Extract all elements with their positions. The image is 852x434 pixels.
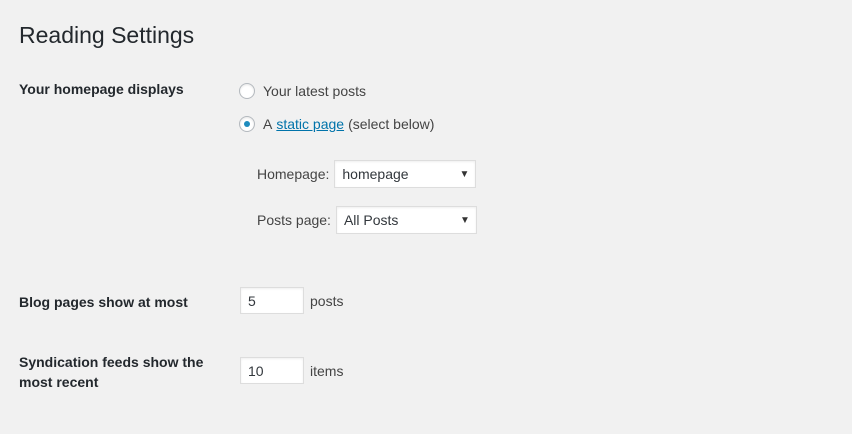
radio-static-suffix: (select below) <box>348 116 435 132</box>
radio-latest-posts-row[interactable]: Your latest posts <box>239 83 366 99</box>
posts-page-select-row: Posts page: All Posts ▼ <box>257 206 477 234</box>
syndication-label-line1: Syndication feeds show the <box>19 354 204 370</box>
syndication-row: 10 items <box>240 357 343 384</box>
posts-page-select-value: All Posts <box>343 212 399 228</box>
homepage-select[interactable]: homepage ▼ <box>334 160 477 188</box>
radio-latest-posts-label: Your latest posts <box>263 83 366 99</box>
posts-page-select[interactable]: All Posts ▼ <box>335 206 477 234</box>
blog-pages-unit: posts <box>310 292 344 309</box>
page-title: Reading Settings <box>19 22 195 48</box>
syndication-value: 10 <box>248 362 264 379</box>
syndication-input[interactable]: 10 <box>240 357 304 384</box>
chevron-down-icon: ▼ <box>459 168 470 180</box>
blog-pages-input[interactable]: 5 <box>240 287 304 314</box>
homepage-select-label: Homepage: <box>257 166 330 182</box>
posts-page-select-label: Posts page: <box>257 212 331 228</box>
homepage-displays-label: Your homepage displays <box>19 81 184 97</box>
homepage-select-row: Homepage: homepage ▼ <box>257 160 477 188</box>
blog-pages-value: 5 <box>248 292 256 309</box>
static-page-link[interactable]: static page <box>276 116 344 132</box>
radio-checked-dot <box>244 121 250 127</box>
radio-static-page-row[interactable]: A static page (select below) <box>239 116 434 132</box>
radio-latest-posts[interactable] <box>239 83 255 99</box>
syndication-label-line2: most recent <box>19 374 99 390</box>
syndication-label: Syndication feeds show the most recent <box>19 352 203 392</box>
homepage-select-value: homepage <box>342 166 409 182</box>
blog-pages-label: Blog pages show at most <box>19 294 188 310</box>
chevron-down-icon: ▼ <box>460 214 470 226</box>
radio-static-prefix: A <box>263 116 273 132</box>
syndication-unit: items <box>310 362 344 379</box>
radio-static-page[interactable] <box>239 116 255 132</box>
blog-pages-row: 5 posts <box>240 287 343 314</box>
